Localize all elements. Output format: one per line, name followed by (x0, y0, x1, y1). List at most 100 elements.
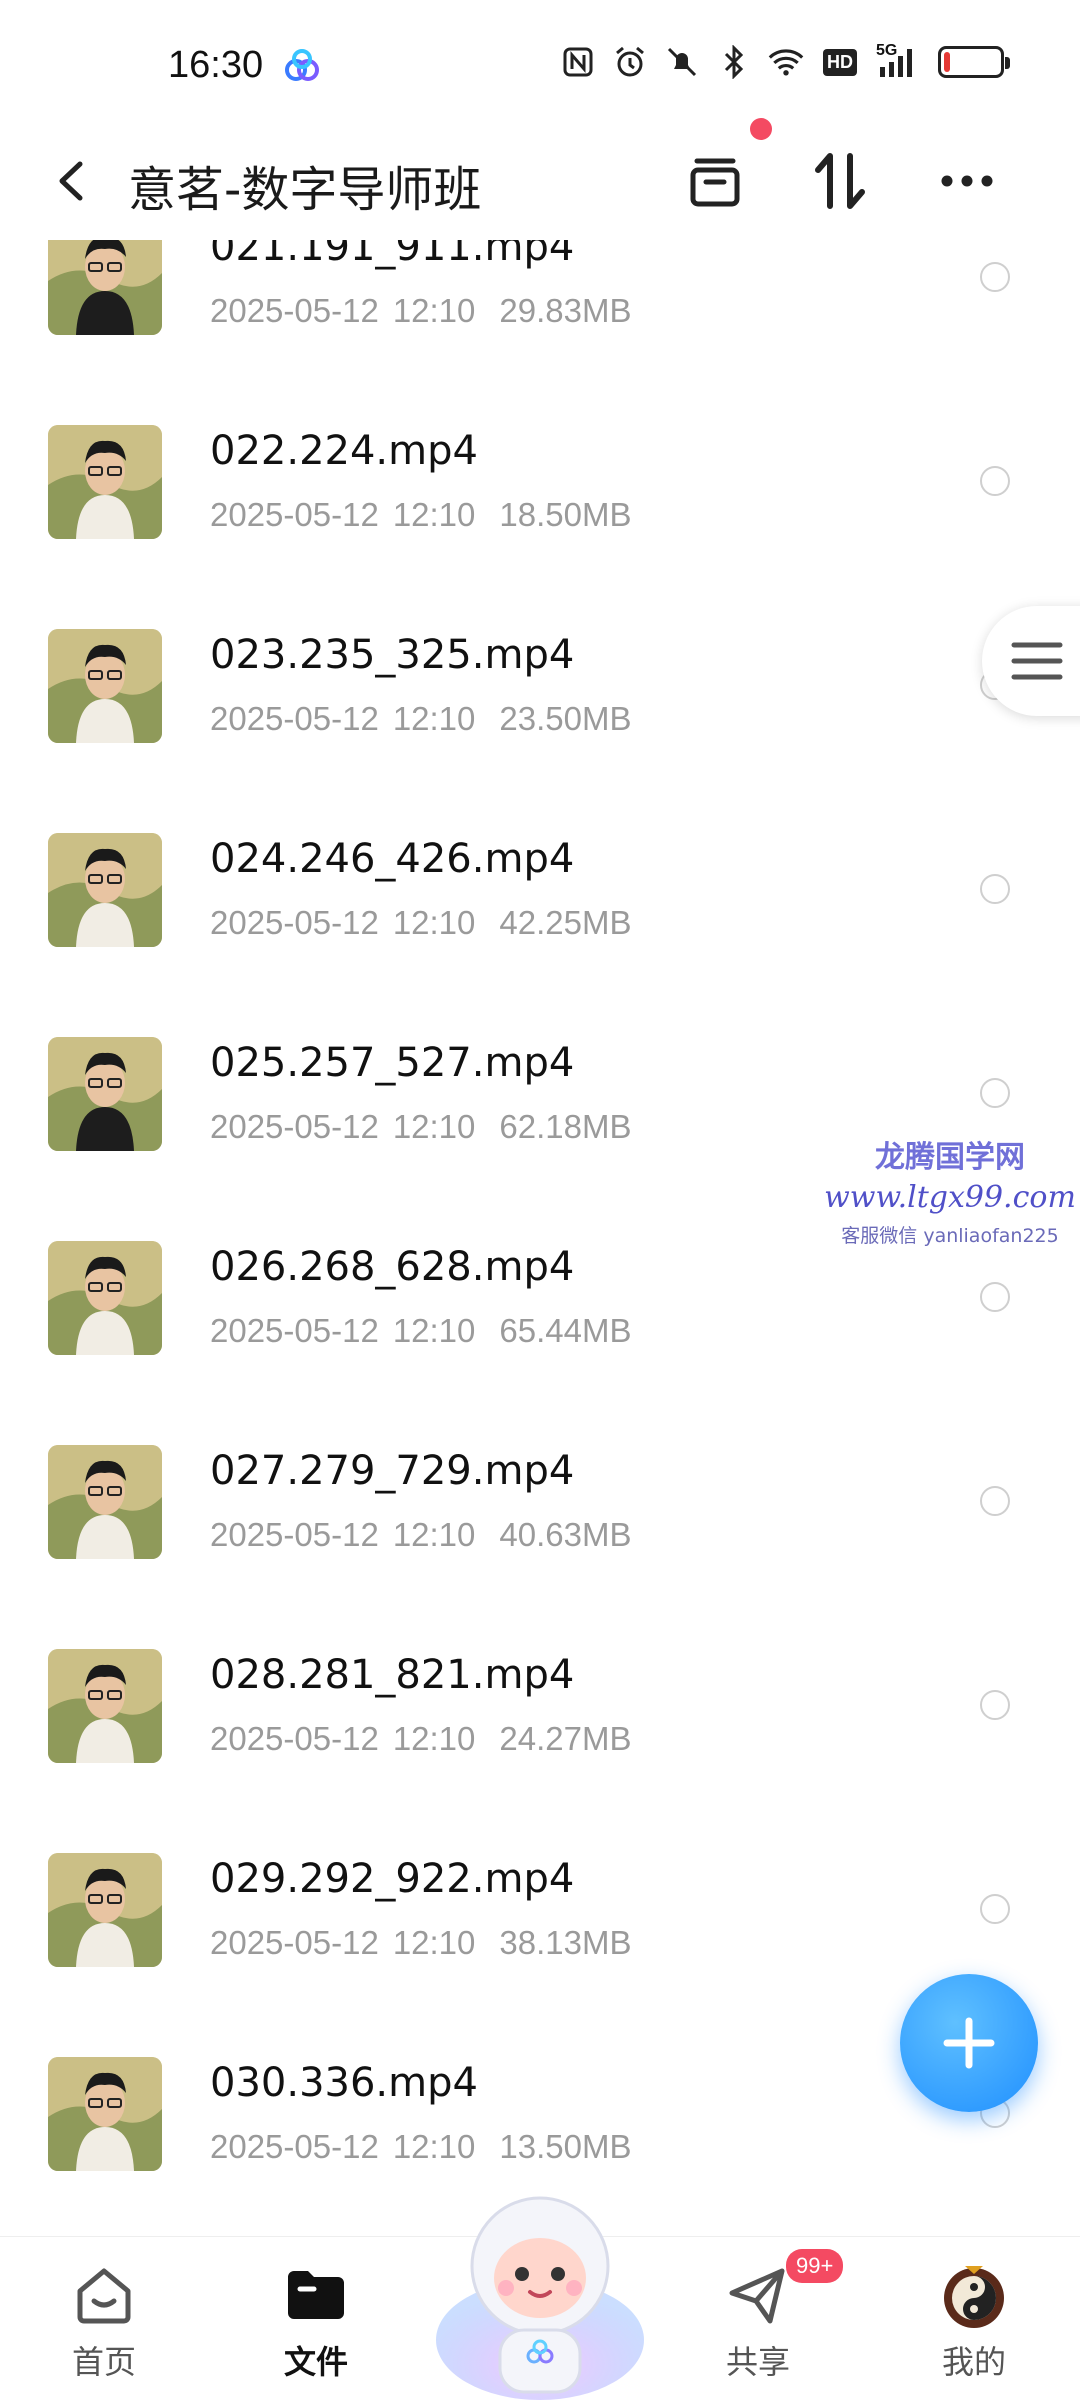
sort-button[interactable] (806, 146, 876, 216)
ai-assistant-mascot-button[interactable] (430, 2180, 650, 2400)
file-row[interactable]: 027.279_729.mp4 2025-05-12 12:10 40.63MB (0, 1416, 1080, 1620)
file-date: 2025-05-12 (210, 1720, 379, 1757)
file-row[interactable]: 022.224.mp4 2025-05-12 12:10 18.50MB (0, 396, 1080, 600)
file-time: 12:10 (392, 496, 476, 533)
more-icon (941, 175, 993, 187)
nav-home-label: 首页 (71, 2343, 136, 2381)
menu-lines-icon (1011, 642, 1063, 680)
select-checkbox[interactable] (980, 1078, 1010, 1108)
file-name: 024.246_426.mp4 (210, 836, 575, 882)
file-row[interactable]: 021.191_911.mp4 2025-05-12 12:10 29.83MB (0, 220, 1080, 396)
share-badge: 99+ (786, 2249, 844, 2283)
file-meta: 2025-05-12 12:10 38.13MB (210, 1924, 632, 1962)
file-name: 022.224.mp4 (210, 428, 478, 474)
file-time: 12:10 (392, 1516, 476, 1553)
video-thumbnail (48, 1649, 162, 1763)
send-icon: 99+ (720, 2249, 844, 2333)
file-meta: 2025-05-12 12:10 42.25MB (210, 904, 632, 942)
home-icon (66, 2257, 142, 2333)
battery-level (944, 52, 950, 72)
file-date: 2025-05-12 (210, 1516, 379, 1553)
alarm-icon (612, 44, 648, 80)
battery-icon (938, 46, 1010, 78)
select-checkbox[interactable] (980, 1282, 1010, 1312)
file-size: 24.27MB (499, 1720, 632, 1757)
file-time: 12:10 (392, 1108, 476, 1145)
file-date: 2025-05-12 (210, 292, 379, 329)
file-name: 030.336.mp4 (210, 2060, 478, 2106)
file-size: 29.83MB (499, 292, 632, 329)
file-meta: 2025-05-12 12:10 29.83MB (210, 292, 632, 330)
video-thumbnail (48, 629, 162, 743)
file-date: 2025-05-12 (210, 1312, 379, 1349)
file-row[interactable]: 024.246_426.mp4 2025-05-12 12:10 42.25MB (0, 804, 1080, 1008)
nav-home[interactable]: 首页 (44, 2257, 164, 2383)
file-meta: 2025-05-12 12:10 40.63MB (210, 1516, 632, 1554)
video-thumbnail (48, 1853, 162, 1967)
page-title: 意茗-数字导师班 (128, 162, 482, 218)
video-thumbnail (48, 1241, 162, 1355)
file-size: 62.18MB (499, 1108, 632, 1145)
file-size: 65.44MB (499, 1312, 632, 1349)
mute-icon (664, 44, 700, 80)
select-checkbox[interactable] (980, 1894, 1010, 1924)
file-row[interactable]: 023.235_325.mp4 2025-05-12 12:10 23.50MB (0, 600, 1080, 804)
watermark-line2: www.ltgx99.com (824, 1180, 1076, 1215)
watermark-line3: 客服微信 yanliaofan225 (841, 1225, 1059, 1247)
file-date: 2025-05-12 (210, 2128, 379, 2165)
sort-icon (815, 153, 865, 209)
nav-mine[interactable]: 我的 (914, 2257, 1034, 2383)
avatar (936, 2257, 1012, 2333)
file-name: 029.292_922.mp4 (210, 1856, 575, 1902)
file-meta: 2025-05-12 12:10 23.50MB (210, 700, 632, 738)
file-time: 12:10 (392, 904, 476, 941)
archive-button[interactable] (680, 146, 750, 216)
file-meta: 2025-05-12 12:10 18.50MB (210, 496, 632, 534)
select-checkbox[interactable] (980, 262, 1010, 292)
nav-mine-label: 我的 (941, 2343, 1006, 2381)
file-time: 12:10 (392, 2128, 476, 2165)
status-icons: HD 5G (560, 42, 1010, 80)
nfc-icon (560, 44, 596, 80)
file-meta: 2025-05-12 12:10 13.50MB (210, 2128, 632, 2166)
header-bar: 意茗-数字导师班 (0, 120, 1080, 240)
file-date: 2025-05-12 (210, 1924, 379, 1961)
video-thumbnail (48, 833, 162, 947)
file-size: 40.63MB (499, 1516, 632, 1553)
file-row[interactable]: 028.281_821.mp4 2025-05-12 12:10 24.27MB (0, 1620, 1080, 1824)
back-button[interactable] (48, 156, 98, 206)
file-size: 18.50MB (499, 496, 632, 533)
nav-files-label: 文件 (283, 2343, 348, 2381)
status-bar: 16:30 HD 5G (0, 0, 1080, 120)
watermark: 龙腾国学网 www.ltgx99.com 客服微信 yanliaofan225 (820, 1132, 1080, 1248)
video-thumbnail (48, 2057, 162, 2171)
file-name: 023.235_325.mp4 (210, 632, 575, 678)
select-checkbox[interactable] (980, 466, 1010, 496)
file-meta: 2025-05-12 12:10 65.44MB (210, 1312, 632, 1350)
add-button[interactable] (900, 1974, 1038, 2112)
hd-icon: HD (820, 44, 860, 80)
select-checkbox[interactable] (980, 874, 1010, 904)
cellular-signal-icon: 5G (876, 42, 922, 80)
nav-share[interactable]: 99+ 共享 (698, 2249, 844, 2383)
wifi-icon (768, 44, 804, 80)
file-name: 028.281_821.mp4 (210, 1652, 575, 1698)
file-time: 12:10 (392, 292, 476, 329)
file-size: 42.25MB (499, 904, 632, 941)
video-thumbnail (48, 1445, 162, 1559)
video-thumbnail (48, 1037, 162, 1151)
file-meta: 2025-05-12 12:10 62.18MB (210, 1108, 632, 1146)
file-date: 2025-05-12 (210, 1108, 379, 1145)
nav-files[interactable]: 文件 (256, 2257, 376, 2383)
file-size: 13.50MB (499, 2128, 632, 2165)
watermark-line1: 龙腾国学网 (875, 1140, 1025, 1175)
file-name: 026.268_628.mp4 (210, 1244, 575, 1290)
nav-share-label: 共享 (725, 2343, 790, 2381)
more-button[interactable] (932, 146, 1002, 216)
select-checkbox[interactable] (980, 1486, 1010, 1516)
plus-icon (943, 2017, 995, 2069)
file-time: 12:10 (392, 1924, 476, 1961)
select-checkbox[interactable] (980, 1690, 1010, 1720)
file-date: 2025-05-12 (210, 700, 379, 737)
file-size: 23.50MB (499, 700, 632, 737)
